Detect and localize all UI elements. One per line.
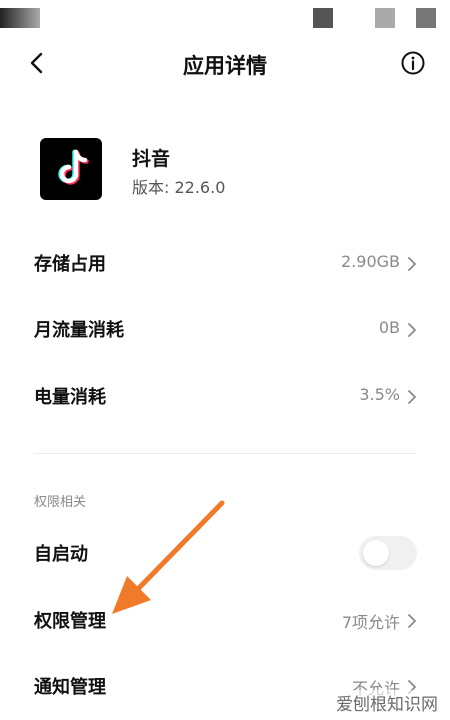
auto-start-label: 自启动 [34,544,88,565]
permission-manage-label: 权限管理 [34,611,106,632]
status-left-icon [0,8,40,28]
app-icon [40,138,102,200]
chevron-right-icon [408,323,416,337]
storage-label: 存储占用 [34,254,106,275]
chevron-right-icon [408,614,416,628]
status-bar [0,0,450,38]
data-usage-row[interactable]: 月流量消耗 0B [0,302,450,358]
app-name: 抖音 [132,148,171,170]
info-icon [401,51,425,75]
page-title: 应用详情 [183,54,267,78]
section-divider [34,453,416,454]
watermark: 爱刨根知识网 [318,690,438,715]
app-header: 抖音 版本: 22.6.0 [40,138,420,202]
signal-icon [313,8,333,28]
chevron-right-icon [408,257,416,271]
top-bar: 应用详情 [0,38,450,90]
battery-icon [416,8,436,28]
app-version: 版本: 22.6.0 [132,178,226,197]
toggle-knob [363,540,389,566]
chevron-right-icon [408,390,416,404]
permission-manage-value: 7项允许 [341,613,400,632]
battery-usage-value: 3.5% [359,385,400,404]
notification-manage-label: 通知管理 [34,677,106,698]
data-usage-label: 月流量消耗 [34,320,124,341]
auto-start-toggle[interactable] [359,536,417,570]
info-button[interactable] [400,50,426,76]
tiktok-logo-icon [58,149,89,185]
permission-manage-row[interactable]: 权限管理 7项允许 [0,593,450,649]
data-usage-value: 0B [378,318,400,337]
battery-usage-label: 电量消耗 [34,387,106,408]
wifi-icon [375,8,395,28]
auto-start-row: 自启动 [0,526,450,582]
storage-row[interactable]: 存储占用 2.90GB [0,236,450,292]
permissions-section-title: 权限相关 [34,495,87,510]
battery-usage-row[interactable]: 电量消耗 3.5% [0,369,450,425]
storage-value: 2.90GB [341,252,400,271]
